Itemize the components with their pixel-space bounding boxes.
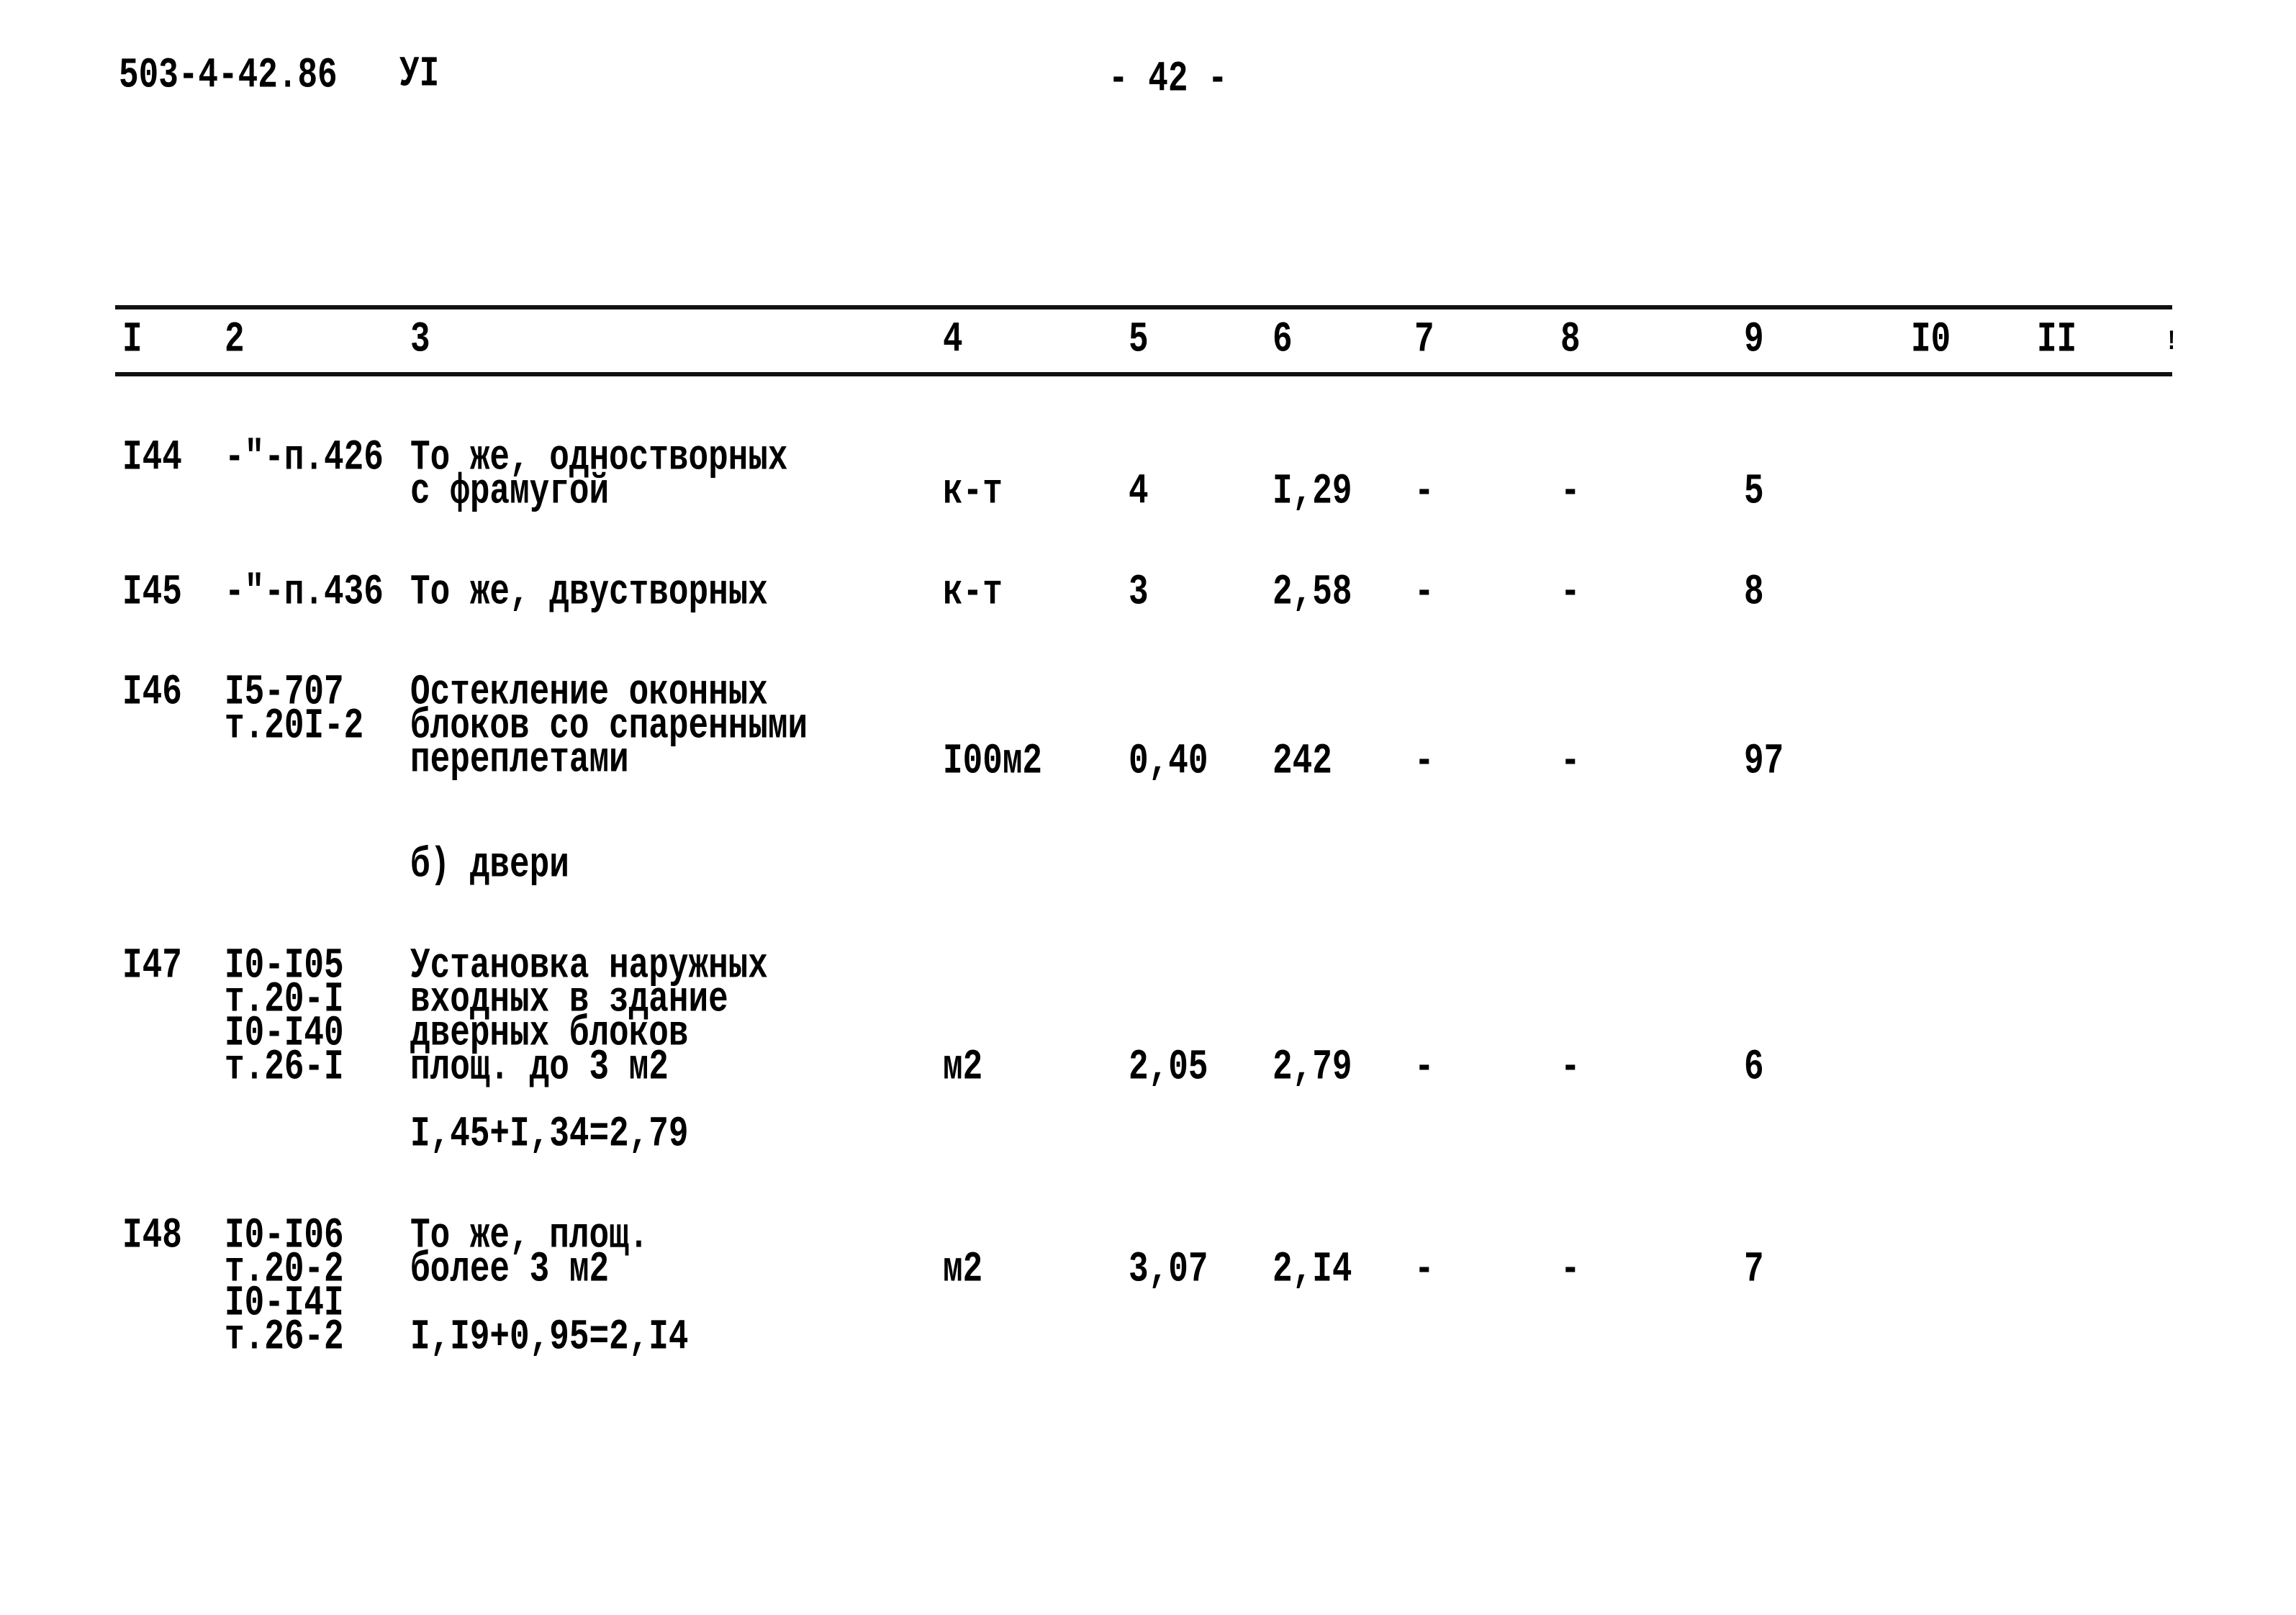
row-unit: к-т — [943, 568, 1003, 617]
row-description-line: более 3 м2 — [410, 1245, 610, 1294]
row-reference: т.20I-2 — [225, 702, 364, 751]
row-col7: - — [1414, 568, 1434, 617]
row-col9: 5 — [1744, 467, 1764, 516]
row-col7: - — [1414, 1043, 1434, 1092]
row-quantity: 3 — [1129, 568, 1149, 617]
row-col7: - — [1414, 467, 1434, 516]
row-col7: - — [1414, 737, 1434, 786]
row-unit: м2 — [943, 1245, 983, 1294]
row-unit: I00м2 — [943, 737, 1043, 786]
row-quantity: 3,07 — [1129, 1245, 1208, 1294]
row-reference: т.26-2 — [225, 1313, 344, 1362]
row-description-line: площ. до 3 м2 — [410, 1043, 669, 1092]
row-col8: - — [1560, 467, 1581, 516]
row-col9: 97 — [1744, 737, 1784, 786]
document-code: 503-4-42.86 — [119, 51, 338, 100]
row-col8: - — [1560, 1245, 1581, 1294]
column-number-5: 5 — [1129, 315, 1149, 364]
row-col8: - — [1560, 737, 1581, 786]
column-number-2: 2 — [225, 315, 245, 364]
row-reference: -"-п.436 — [225, 568, 384, 617]
row-number: I46 — [122, 668, 182, 717]
column-number-9: 9 — [1744, 315, 1764, 364]
column-number-11: II — [2037, 315, 2077, 364]
row-unit-price: 2,79 — [1273, 1043, 1352, 1092]
row-description-line: То же, двустворных — [410, 568, 768, 617]
row-reference: т.26-I — [225, 1043, 344, 1092]
row-number: I44 — [122, 433, 182, 482]
row-col9: 8 — [1744, 568, 1764, 617]
column-number-4: 4 — [943, 315, 963, 364]
table-header-bottom-rule — [115, 372, 2172, 376]
row-number: I47 — [122, 941, 182, 990]
row-unit: м2 — [943, 1043, 983, 1092]
row-unit-price: 242 — [1273, 737, 1332, 786]
row-quantity: 2,05 — [1129, 1043, 1208, 1092]
row-col8: - — [1560, 1043, 1581, 1092]
row-unit-price: 2,I4 — [1273, 1245, 1352, 1294]
column-number-7: 7 — [1414, 315, 1434, 364]
row-unit: к-т — [943, 467, 1003, 516]
column-number-3: 3 — [410, 315, 430, 364]
column-number-1: I — [122, 315, 143, 364]
page-number: - 42 - — [1108, 55, 1228, 104]
section-number: УI — [399, 50, 440, 99]
row-number: I45 — [122, 568, 182, 617]
subsection-label: б) двери — [410, 841, 569, 890]
row-col8: - — [1560, 568, 1581, 617]
row-quantity: 0,40 — [1129, 737, 1208, 786]
row-unit-price: 2,58 — [1273, 568, 1352, 617]
row-quantity: 4 — [1129, 467, 1149, 516]
row-formula: I,45+I,34=2,79 — [410, 1110, 689, 1159]
row-col9: 7 — [1744, 1245, 1764, 1294]
row-reference: -"-п.426 — [225, 433, 384, 482]
row-col9: 6 — [1744, 1043, 1764, 1092]
column-number-6: 6 — [1273, 315, 1293, 364]
column-number-12: ! — [2165, 326, 2179, 359]
row-col7: - — [1414, 1245, 1434, 1294]
column-number-8: 8 — [1560, 315, 1581, 364]
row-description-line: с фрамугой — [410, 467, 610, 516]
row-number: I48 — [122, 1211, 182, 1260]
table-top-rule — [115, 305, 2172, 309]
column-number-10: I0 — [1911, 315, 1951, 364]
row-unit-price: I,29 — [1273, 467, 1352, 516]
row-description-line: переплетами — [410, 736, 629, 784]
row-formula: I,I9+0,95=2,I4 — [410, 1313, 689, 1362]
